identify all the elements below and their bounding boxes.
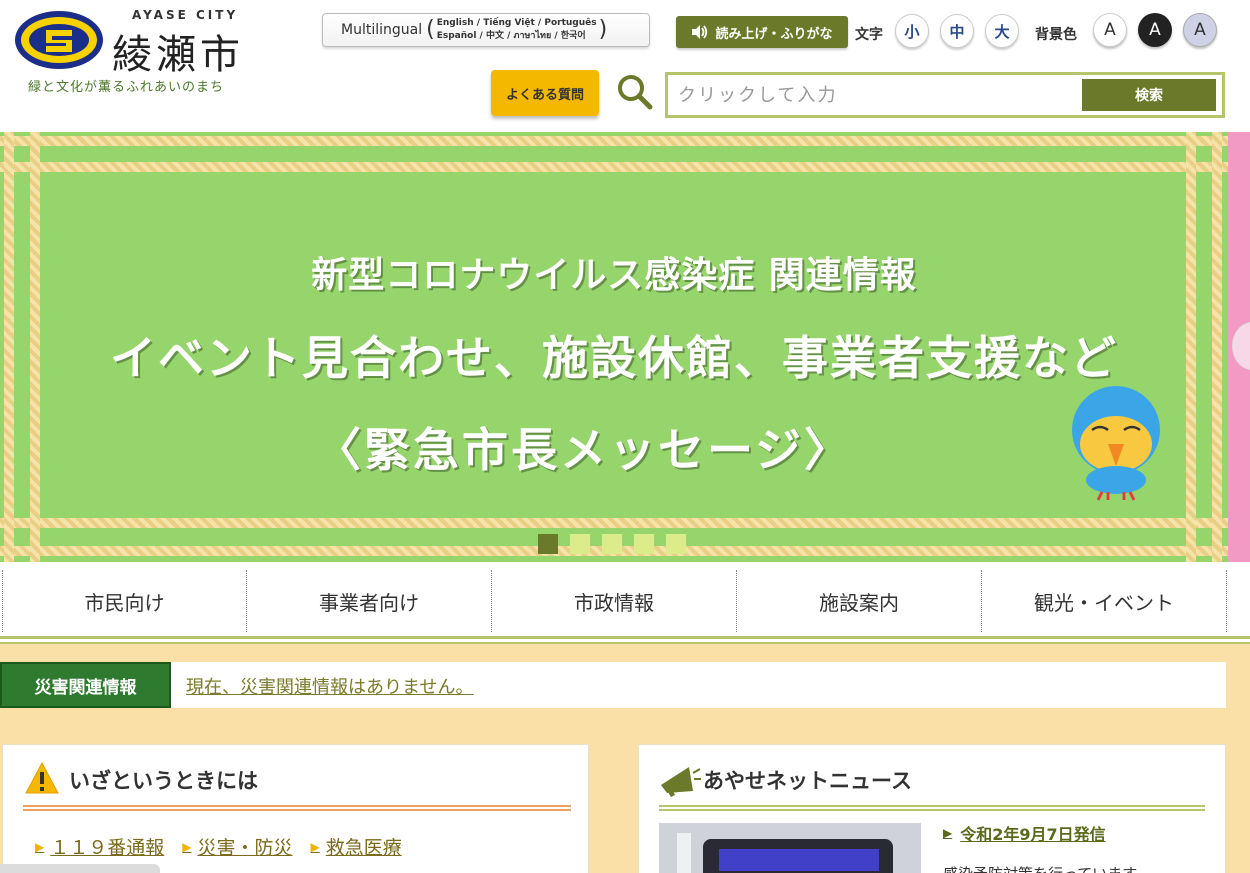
slide-dot-2[interactable] <box>570 534 590 554</box>
disaster-info-link[interactable]: 現在、災害関連情報はありません。 <box>186 673 473 699</box>
city-emblem-icon[interactable] <box>12 8 106 72</box>
emergency-links: ▶ １１９番通報 ▶ 災害・防災 ▶ 救急医療 <box>35 833 402 860</box>
emergency-title-rule-secondary <box>23 809 571 811</box>
arrow-right-icon: ▶ <box>943 826 953 840</box>
news-title: あやせネットニュース <box>703 769 912 793</box>
text-size-medium-button[interactable]: 中 <box>940 14 974 48</box>
slide-dot-1[interactable] <box>538 534 558 554</box>
speaker-icon <box>692 25 708 39</box>
banner-headline: 新型コロナウイルス感染症 関連情報 <box>311 255 917 296</box>
read-aloud-label: 読み上げ・ふりがな <box>715 26 833 42</box>
slide-dot-5[interactable] <box>666 534 686 554</box>
nav-item-facilities[interactable]: 施設案内 <box>737 570 982 632</box>
text-size-large-button[interactable]: 大 <box>985 14 1019 48</box>
bg-white-button[interactable]: A <box>1093 13 1127 47</box>
language-list: English / Tiếng Việt / Português Español… <box>435 17 599 43</box>
emergency-title-rule <box>23 805 571 807</box>
disaster-info-label: 災害関連情報 <box>0 662 171 708</box>
nav-item-tourism-events[interactable]: 観光・イベント <box>982 570 1227 632</box>
news-panel: あやせネットニュース ▶ 令和2年9月7日発信 感染予防対策を行っています <box>638 744 1226 873</box>
paren-right: ) <box>598 17 608 42</box>
news-thumbnail[interactable] <box>659 823 921 873</box>
text-size-small-button[interactable]: 小 <box>895 14 929 48</box>
news-date[interactable]: 令和2年9月7日発信 <box>960 821 1105 845</box>
emergency-link[interactable]: ▶ １１９番通報 <box>35 833 164 860</box>
search-icon[interactable] <box>616 73 654 111</box>
paren-left: ( <box>426 17 435 42</box>
arrow-right-icon: ▶ <box>35 839 45 854</box>
search-box: 検索 <box>665 72 1225 118</box>
city-tagline: 緑と文化が薫るふれあいのまち <box>28 80 225 95</box>
nav-item-business[interactable]: 事業者向け <box>247 570 492 632</box>
emergency-link-emergency-medical[interactable]: 救急医療 <box>326 833 402 860</box>
arrow-right-icon: ▶ <box>182 839 192 854</box>
news-title-rule-secondary <box>659 809 1205 811</box>
emergency-link-119[interactable]: １１９番通報 <box>50 833 164 860</box>
banner-border-bottom-inner <box>0 518 1228 528</box>
banner-border-top-inner <box>0 162 1228 172</box>
multilingual-button[interactable]: Multilingual ( English / Tiếng Việt / Po… <box>322 13 650 47</box>
text-size-label: 文字 <box>855 27 883 43</box>
news-date-link[interactable]: ▶ 令和2年9月7日発信 <box>943 821 1106 845</box>
nav-item-residents[interactable]: 市民向け <box>2 570 247 632</box>
search-input[interactable] <box>678 80 1078 110</box>
banner-subline: イベント見合わせ、施設休館、事業者支援など <box>110 331 1118 385</box>
news-excerpt: 感染予防対策を行っています <box>943 863 1137 873</box>
mascot-bird-icon <box>1072 386 1160 501</box>
emergency-link[interactable]: ▶ 救急医療 <box>311 833 402 860</box>
emergency-link-disaster-prevention[interactable]: 災害・防災 <box>197 833 292 860</box>
bg-black-button[interactable]: A <box>1138 13 1172 47</box>
site-header: AYASE CITY 綾瀬市 緑と文化が薫るふれあいのまち Multilingu… <box>0 0 1250 132</box>
language-line-1: English / Tiếng Việt / Português <box>436 18 597 28</box>
main-navigation: 市民向け 事業者向け 市政情報 施設案内 観光・イベント <box>0 562 1250 636</box>
disaster-info-bar: 災害関連情報 現在、災害関連情報はありません。 <box>0 662 1226 708</box>
city-name-english: AYASE CITY <box>132 8 239 22</box>
emergency-title: いざというときには <box>69 769 258 793</box>
slide-dot-3[interactable] <box>602 534 622 554</box>
arrow-right-icon: ▶ <box>310 839 320 854</box>
horizontal-scrollbar[interactable] <box>0 864 160 873</box>
banner-border-top <box>0 136 1228 146</box>
warning-icon <box>25 762 59 794</box>
slide-indicators <box>538 534 686 554</box>
bg-blue-button[interactable]: A <box>1183 13 1217 47</box>
faq-button[interactable]: よくある質問 <box>491 70 599 116</box>
hero-banner[interactable]: 新型コロナウイルス感染症 関連情報 イベント見合わせ、施設休館、事業者支援など … <box>0 132 1228 562</box>
bg-color-label: 背景色 <box>1035 27 1077 43</box>
banner-message: 〈緊急市長メッセージ〉 <box>314 423 854 477</box>
emergency-panel: いざというときには ▶ １１９番通報 ▶ 災害・防災 ▶ 救急医療 <box>2 744 589 873</box>
search-button[interactable]: 検索 <box>1082 79 1216 111</box>
slide-dot-4[interactable] <box>634 534 654 554</box>
news-thumbnail-image <box>659 823 921 873</box>
emergency-link[interactable]: ▶ 災害・防災 <box>182 833 292 860</box>
language-line-2: Español / 中文 / ภาษาไทย / 한국어 <box>436 31 586 41</box>
megaphone-icon <box>661 767 701 797</box>
read-aloud-button[interactable]: 読み上げ・ふりがな <box>676 16 848 48</box>
news-title-rule <box>659 805 1205 807</box>
city-name-japanese[interactable]: 綾瀬市 <box>112 22 244 80</box>
nav-item-city-administration[interactable]: 市政情報 <box>492 570 737 632</box>
nav-divider <box>0 636 1250 639</box>
multilingual-label: Multilingual <box>341 22 423 38</box>
